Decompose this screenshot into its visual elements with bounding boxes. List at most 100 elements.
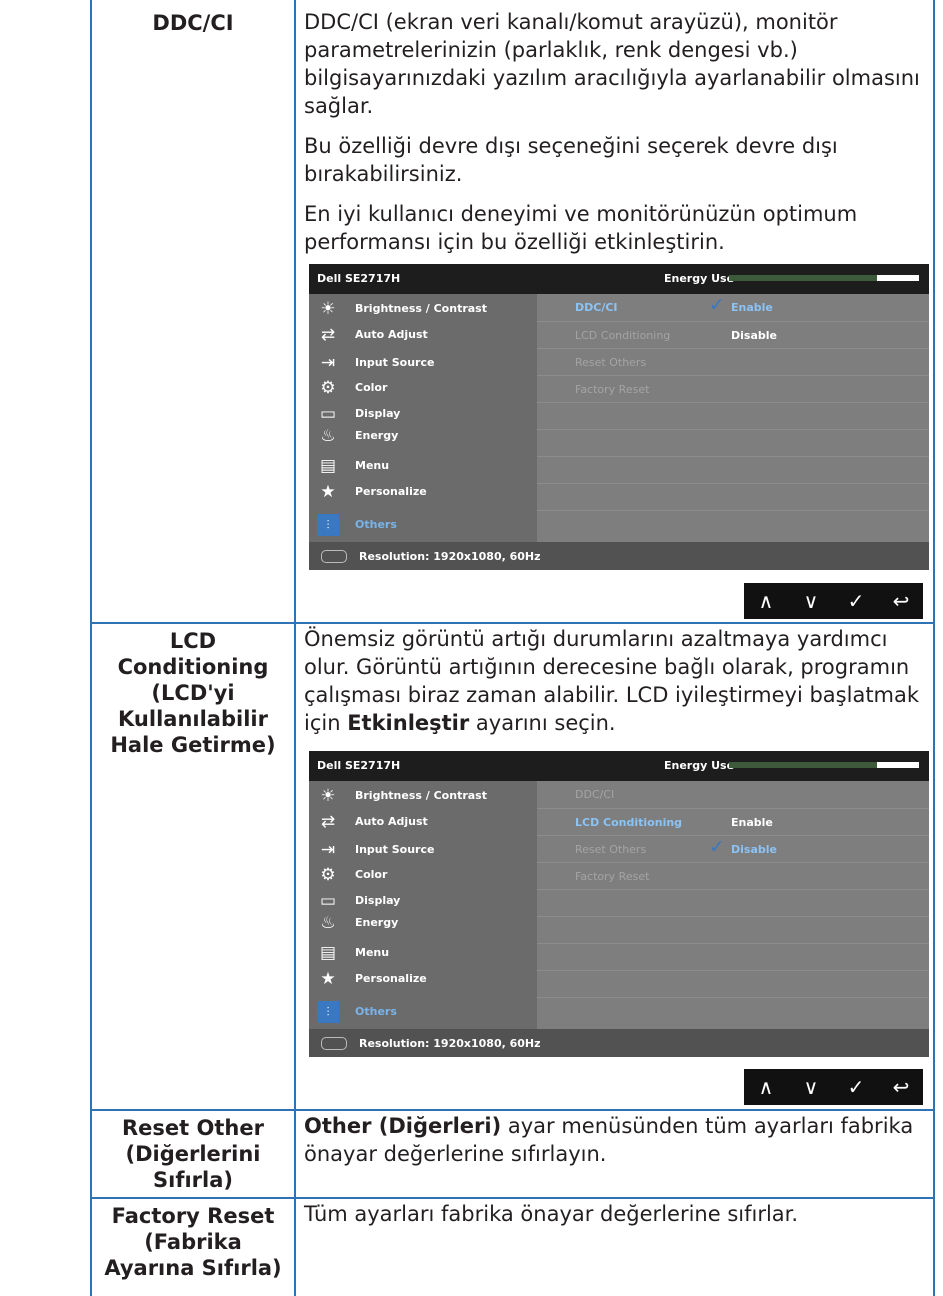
option-lcd-conditioning[interactable]: LCD Conditioning Enable bbox=[537, 808, 929, 836]
osd-button-bar: ∧ ∨ ✓ ↩ bbox=[744, 583, 923, 619]
back-button[interactable]: ↩ bbox=[879, 1069, 923, 1105]
menu-item-brightness[interactable]: ☀ Brightness / Contrast bbox=[309, 296, 537, 322]
option-factory-reset[interactable]: Factory Reset bbox=[537, 862, 929, 890]
option-reset-others[interactable]: Reset Others ✓ Disable bbox=[537, 835, 929, 863]
back-button[interactable]: ↩ bbox=[879, 583, 923, 619]
menu-item-auto-adjust[interactable]: ⇄ Auto Adjust bbox=[309, 809, 537, 835]
option-ddcci[interactable]: DDC/CI ✓ Enable bbox=[537, 294, 929, 321]
menu-item-others[interactable]: ⫶ Others bbox=[309, 512, 537, 538]
down-button[interactable]: ∨ bbox=[789, 583, 833, 619]
up-button[interactable]: ∧ bbox=[744, 1069, 788, 1105]
menu-item-energy[interactable]: ♨ Energy bbox=[309, 423, 537, 449]
document-table: DDC/CI DDC/CI (ekran veri kanalı/komut a… bbox=[0, 0, 943, 1296]
vga-connector-icon bbox=[321, 1037, 347, 1050]
option-empty bbox=[537, 456, 929, 484]
option-empty bbox=[537, 510, 929, 538]
check-button[interactable]: ✓ bbox=[834, 1069, 878, 1105]
display-icon: ▭ bbox=[319, 891, 337, 911]
osd-title-bar: Dell SE2717H Energy Use bbox=[309, 264, 929, 294]
osd-main-menu: ☀ Brightness / Contrast ⇄ Auto Adjust ⇥ Inp… bbox=[309, 781, 537, 1029]
color-icon: ⚙ bbox=[320, 378, 336, 398]
menu-item-personalize[interactable]: ★ Personalize bbox=[309, 479, 537, 505]
menu-item-menu[interactable]: ▤ Menu bbox=[309, 453, 537, 479]
check-icon: ✓ bbox=[709, 294, 725, 316]
osd-model: Dell SE2717H bbox=[317, 759, 401, 772]
resolution-text: Resolution: 1920x1080, 60Hz bbox=[359, 1037, 541, 1050]
color-icon: ⚙ bbox=[320, 865, 336, 885]
table-border-left bbox=[90, 0, 92, 1296]
menu-icon: ▤ bbox=[319, 456, 337, 476]
option-empty bbox=[537, 889, 929, 917]
row-description-lcd-conditioning: Önemsiz görüntü artığı durumlarını azalt… bbox=[304, 625, 929, 749]
energy-meter-fill bbox=[729, 275, 878, 281]
star-icon: ★ bbox=[320, 482, 336, 502]
osd-submenu: DDC/CI ✓ Enable LCD Conditioning Disable… bbox=[537, 294, 929, 542]
up-button[interactable]: ∧ bbox=[744, 583, 788, 619]
energy-meter bbox=[729, 762, 919, 768]
description-paragraph: DDC/CI (ekran veri kanalı/komut arayüzü)… bbox=[304, 10, 920, 118]
energy-icon: ♨ bbox=[320, 426, 336, 446]
enable-value[interactable]: Enable bbox=[731, 816, 773, 829]
menu-item-personalize[interactable]: ★ Personalize bbox=[309, 966, 537, 992]
disable-value[interactable]: Disable bbox=[731, 329, 777, 342]
row-label-lcd-conditioning: LCD Conditioning (LCD'yi Kullanılabilir … bbox=[110, 629, 276, 757]
option-empty bbox=[537, 970, 929, 998]
osd-button-bar: ∧ ∨ ✓ ↩ bbox=[744, 1069, 923, 1105]
menu-item-energy[interactable]: ♨ Energy bbox=[309, 910, 537, 936]
row-description-factory-reset: Tüm ayarları fabrika önayar değerlerine … bbox=[304, 1200, 929, 1240]
row-label-factory-reset: Factory Reset (Fabrika Ayarına Sıfırla) bbox=[104, 1204, 282, 1280]
star-icon: ★ bbox=[320, 969, 336, 989]
menu-item-color[interactable]: ⚙ Color bbox=[309, 375, 537, 401]
menu-item-color[interactable]: ⚙ Color bbox=[309, 862, 537, 888]
osd-submenu: DDC/CI LCD Conditioning Enable Reset Oth… bbox=[537, 781, 929, 1029]
osd-status-bar: Resolution: 1920x1080, 60Hz bbox=[309, 542, 929, 570]
row-label-reset-other: Reset Other (Diğerlerini Sıfırla) bbox=[122, 1116, 264, 1192]
brightness-icon: ☀ bbox=[320, 786, 336, 806]
osd-menu-lcd-conditioning: Dell SE2717H Energy Use ☀ Brightness / Co… bbox=[309, 751, 929, 1069]
option-empty bbox=[537, 429, 929, 457]
others-icon: ⫶ bbox=[317, 1001, 339, 1023]
option-empty bbox=[537, 916, 929, 944]
menu-icon: ▤ bbox=[319, 943, 337, 963]
input-source-icon: ⇥ bbox=[320, 353, 336, 373]
check-button[interactable]: ✓ bbox=[834, 583, 878, 619]
menu-item-others[interactable]: ⫶ Others bbox=[309, 999, 537, 1025]
energy-meter-fill bbox=[729, 762, 878, 768]
osd-menu-ddcci: Dell SE2717H Energy Use ☀ Brightness / Co… bbox=[309, 264, 929, 582]
osd-title-bar: Dell SE2717H Energy Use bbox=[309, 751, 929, 781]
vga-connector-icon bbox=[321, 550, 347, 563]
energy-icon: ♨ bbox=[320, 913, 336, 933]
disable-value[interactable]: Disable bbox=[731, 843, 777, 856]
input-source-icon: ⇥ bbox=[320, 840, 336, 860]
enable-value[interactable]: Enable bbox=[731, 301, 773, 314]
energy-use-label: Energy Use bbox=[664, 759, 735, 772]
row-divider bbox=[90, 1109, 935, 1111]
table-border-right bbox=[933, 0, 935, 1296]
auto-adjust-icon: ⇄ bbox=[320, 812, 336, 832]
option-empty bbox=[537, 997, 929, 1025]
menu-item-menu[interactable]: ▤ Menu bbox=[309, 940, 537, 966]
row-label-ddcci: DDC/CI bbox=[152, 11, 234, 35]
down-button[interactable]: ∨ bbox=[789, 1069, 833, 1105]
option-lcd-conditioning[interactable]: LCD Conditioning Disable bbox=[537, 321, 929, 349]
option-empty bbox=[537, 483, 929, 511]
brightness-icon: ☀ bbox=[320, 299, 336, 319]
description-paragraph: Bu özelliği devre dışı seçeneğini seçere… bbox=[304, 134, 838, 186]
others-icon: ⫶ bbox=[317, 514, 339, 536]
menu-item-input-source[interactable]: ⇥ Input Source bbox=[309, 837, 537, 863]
energy-use-label: Energy Use bbox=[664, 272, 735, 285]
description-paragraph: Önemsiz görüntü artığı durumlarını azalt… bbox=[304, 627, 920, 735]
resolution-text: Resolution: 1920x1080, 60Hz bbox=[359, 550, 541, 563]
option-reset-others[interactable]: Reset Others bbox=[537, 348, 929, 376]
menu-item-input-source[interactable]: ⇥ Input Source bbox=[309, 350, 537, 376]
option-ddcci[interactable]: DDC/CI bbox=[537, 781, 929, 808]
description-paragraph: Tüm ayarları fabrika önayar değerlerine … bbox=[304, 1202, 799, 1226]
osd-status-bar: Resolution: 1920x1080, 60Hz bbox=[309, 1029, 929, 1057]
auto-adjust-icon: ⇄ bbox=[320, 325, 336, 345]
menu-item-auto-adjust[interactable]: ⇄ Auto Adjust bbox=[309, 322, 537, 348]
display-icon: ▭ bbox=[319, 404, 337, 424]
row-divider bbox=[90, 1197, 935, 1199]
menu-item-brightness[interactable]: ☀ Brightness / Contrast bbox=[309, 783, 537, 809]
option-factory-reset[interactable]: Factory Reset bbox=[537, 375, 929, 403]
row-divider bbox=[90, 622, 935, 624]
